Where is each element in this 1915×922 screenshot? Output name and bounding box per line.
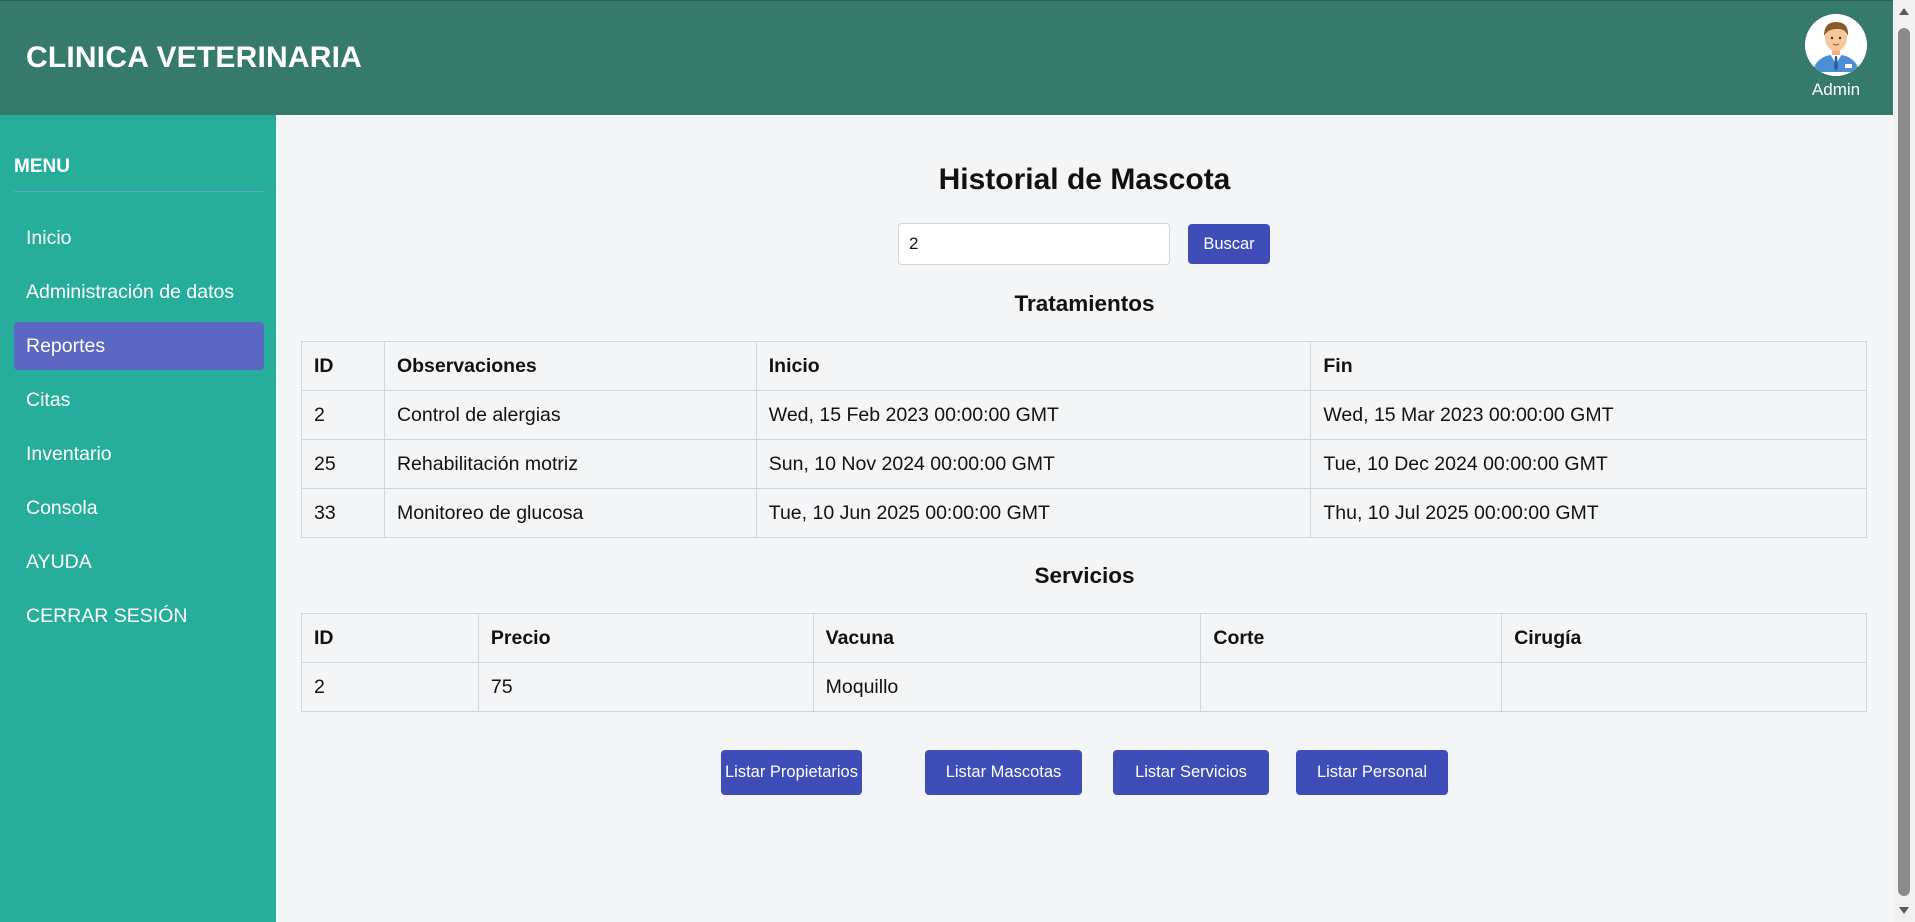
column-header: Vacuna	[812, 613, 1202, 663]
column-header: Cirugía	[1501, 613, 1867, 663]
user-menu[interactable]: Admin	[1801, 14, 1871, 100]
table-header-row: ID Observaciones Inicio Fin	[301, 341, 1867, 391]
sidebar-item-7[interactable]: CERRAR SESIÓN	[14, 592, 264, 640]
menu-divider	[14, 191, 264, 192]
user-avatar-icon[interactable]	[1805, 14, 1867, 76]
table-cell: Thu, 10 Jul 2025 00:00:00 GMT	[1310, 488, 1867, 538]
column-header: ID	[301, 613, 479, 663]
servicios-title: Servicios	[1034, 563, 1135, 588]
column-header: Inicio	[755, 341, 1312, 391]
table-row: 33 Monitoreo de glucosa Tue, 10 Jun 2025 0…	[301, 488, 1867, 538]
list-owners-button[interactable]: Listar Propietarios	[721, 750, 862, 795]
sidebar-item-5[interactable]: Consola	[14, 484, 264, 532]
column-header: Fin	[1310, 341, 1867, 391]
list-pets-button[interactable]: Listar Mascotas	[925, 750, 1082, 795]
page-title: Historial de Mascota	[938, 163, 1231, 196]
column-header: Observaciones	[383, 341, 757, 391]
vertical-scrollbar[interactable]	[1893, 0, 1915, 922]
table-cell: 25	[301, 439, 385, 489]
search-input[interactable]	[898, 223, 1170, 265]
table-cell: 2	[301, 662, 479, 712]
sidebar-item-4[interactable]: Inventario	[14, 430, 264, 478]
table-cell	[1501, 662, 1867, 712]
table-cell	[1200, 662, 1503, 712]
table-cell: Wed, 15 Mar 2023 00:00:00 GMT	[1310, 390, 1867, 440]
column-header: Precio	[477, 613, 814, 663]
table-cell: 75	[477, 662, 814, 712]
menu-list: Inicio Administración de datos Reportes Cit…	[14, 214, 264, 646]
table-cell: Tue, 10 Jun 2025 00:00:00 GMT	[755, 488, 1312, 538]
table-header-row: ID Precio Vacuna Corte Cirugía	[301, 613, 1867, 663]
table-row: 2 75 Moquillo	[301, 662, 1867, 712]
sidebar-item-2[interactable]: Reportes	[14, 322, 264, 370]
user-label: Admin	[1811, 80, 1861, 99]
table-cell: Sun, 10 Nov 2024 00:00:00 GMT	[755, 439, 1312, 489]
sidebar-item-0[interactable]: Inicio	[14, 214, 264, 262]
table-cell: Wed, 15 Feb 2023 00:00:00 GMT	[755, 390, 1312, 440]
sidebar: MENU Inicio Administración de datos Report…	[0, 115, 276, 922]
table-cell: Rehabilitación motriz	[383, 439, 757, 489]
table-row: 2 Control de alergias Wed, 15 Feb 2023 00:…	[301, 390, 1867, 440]
sidebar-item-1[interactable]: Administración de datos	[14, 268, 264, 316]
app-header: CLINICA VETERINARIA Admin	[0, 0, 1893, 115]
table-cell: 2	[301, 390, 385, 440]
scroll-up-icon[interactable]	[1899, 8, 1909, 15]
list-services-button[interactable]: Listar Servicios	[1113, 750, 1269, 795]
tratamientos-table: ID Observaciones Inicio Fin 2 Control de ale…	[301, 341, 1867, 538]
column-header: ID	[301, 341, 385, 391]
servicios-table: ID Precio Vacuna Corte Cirugía 2 75 Moquillo	[301, 613, 1867, 712]
table-cell: Monitoreo de glucosa	[383, 488, 757, 538]
app-title: CLINICA VETERINARIA	[26, 41, 363, 74]
table-cell: Moquillo	[812, 662, 1202, 712]
main-content: Historial de Mascota Buscar Tratamientos…	[276, 115, 1893, 922]
table-cell: Control de alergias	[383, 390, 757, 440]
table-cell: 33	[301, 488, 385, 538]
tratamientos-title: Tratamientos	[1014, 291, 1155, 316]
column-header: Corte	[1200, 613, 1503, 663]
search-button[interactable]: Buscar	[1188, 224, 1270, 264]
list-staff-button[interactable]: Listar Personal	[1296, 750, 1448, 795]
sidebar-item-3[interactable]: Citas	[14, 376, 264, 424]
table-cell: Tue, 10 Dec 2024 00:00:00 GMT	[1310, 439, 1867, 489]
scroll-down-icon[interactable]	[1899, 907, 1909, 914]
table-row: 25 Rehabilitación motriz Sun, 10 Nov 2024 …	[301, 439, 1867, 489]
scroll-thumb[interactable]	[1898, 28, 1910, 896]
sidebar-item-6[interactable]: AYUDA	[14, 538, 264, 586]
menu-title: MENU	[14, 156, 70, 177]
